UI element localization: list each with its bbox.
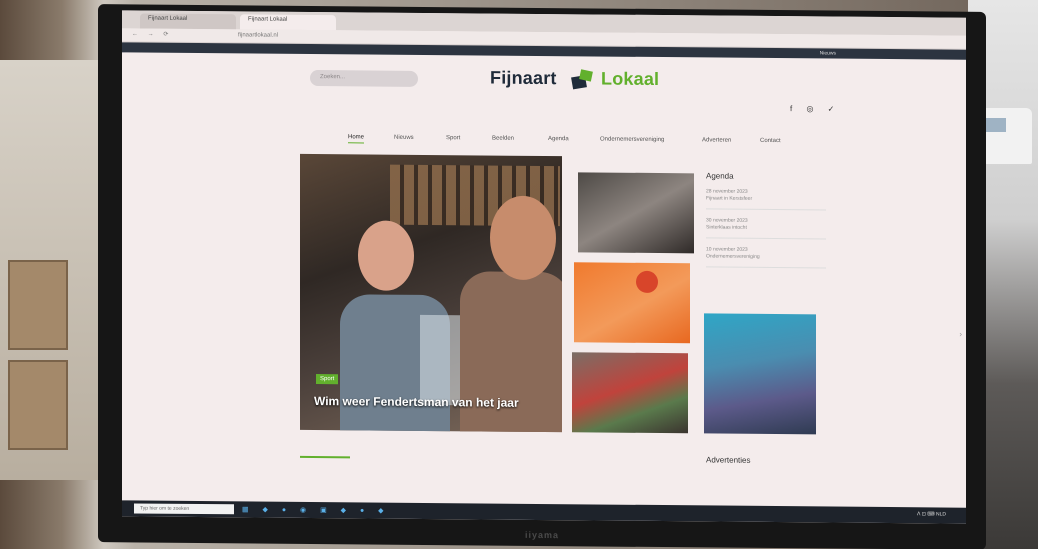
screen: Fijnaart Lokaal Fijnaart Lokaal ← → ⟳ fi…: [122, 10, 966, 524]
nav-home[interactable]: Home: [348, 134, 365, 144]
category-badge[interactable]: Sport: [316, 374, 339, 385]
search-input[interactable]: Zoeken...: [310, 69, 418, 87]
article-card[interactable]: [574, 262, 690, 344]
shelf-unit: [8, 360, 68, 450]
article-card[interactable]: [572, 352, 688, 434]
advert-heading: Advertenties: [706, 455, 751, 465]
hero-photo-face: [490, 195, 556, 281]
card-logo-icon: [636, 270, 658, 294]
agenda-item[interactable]: 28 november 2023 Fijnaart in Kerstsfeer: [706, 188, 826, 211]
logo-mark-icon: [571, 69, 593, 90]
logo-text-fijnaart: Fijnaart: [490, 67, 557, 89]
taskbar-search-input[interactable]: Typ hier om te zoeken: [134, 503, 234, 515]
agenda-text: Fijnaart in Kerstsfeer: [706, 195, 753, 202]
hero-photo-face: [358, 220, 414, 291]
monitor-brand: iiyama: [524, 529, 560, 541]
van-outside: [978, 108, 1032, 164]
nav-ondernemersvereniging[interactable]: Ondernemersvereniging: [600, 137, 664, 144]
agenda-sidebar: Agenda 28 november 2023 Fijnaart in Kers…: [706, 171, 826, 276]
nav-agenda[interactable]: Agenda: [548, 136, 569, 142]
banner-text: Nieuws: [819, 50, 836, 57]
monitor: Fijnaart Lokaal Fijnaart Lokaal ← → ⟳ fi…: [98, 4, 986, 549]
scroll-arrow-icon[interactable]: ›: [959, 330, 962, 339]
browser-tab-active[interactable]: Fijnaart Lokaal: [240, 14, 336, 31]
nav-beelden[interactable]: Beelden: [492, 136, 514, 142]
browser-tab[interactable]: Fijnaart Lokaal: [140, 13, 236, 30]
agenda-text: Sinterklaas intocht: [706, 224, 747, 231]
article-card[interactable]: [578, 172, 694, 254]
social-links[interactable]: f ◎ ✓: [790, 104, 840, 113]
main-nav: Home Nieuws Sport Beelden Agenda Onderne…: [348, 134, 828, 152]
agenda-item[interactable]: 30 november 2023 Sinterklaas intocht: [706, 217, 826, 240]
logo-text-lokaal: Lokaal: [601, 68, 660, 90]
hero-title[interactable]: Wim weer Fendertsman van het jaar: [314, 394, 519, 410]
nav-sport[interactable]: Sport: [446, 135, 460, 141]
hero-photo-trophy: [420, 314, 460, 406]
windows-taskbar: Typ hier om te zoeken ▦ ◆ ● ◉ ▣ ◆ ● ◆ ᐱ …: [122, 500, 966, 524]
agenda-item[interactable]: 10 november 2023 Ondernemersvereniging: [706, 246, 826, 269]
taskbar-app-icons[interactable]: ▦ ◆ ● ◉ ▣ ◆ ● ◆: [242, 505, 390, 514]
website: Zoeken... Fijnaart Lokaal f ◎ ✓ Home Nie…: [122, 52, 966, 479]
article-card[interactable]: [704, 313, 816, 435]
nav-adverteren[interactable]: Adverteren: [702, 137, 731, 143]
agenda-text: Ondernemersvereniging: [706, 253, 760, 260]
system-tray[interactable]: ᐱ ⊡ ⌨ NLD: [917, 511, 946, 517]
agenda-title: Agenda: [706, 171, 734, 181]
section-divider: [300, 455, 350, 459]
nav-contact[interactable]: Contact: [760, 138, 781, 144]
shelf-unit: [8, 260, 68, 350]
nav-arrows-icon[interactable]: ← → ⟳: [132, 30, 172, 37]
hero-article[interactable]: Sport Wim weer Fendertsman van het jaar: [300, 153, 562, 433]
nav-nieuws[interactable]: Nieuws: [394, 135, 414, 141]
url-field[interactable]: fijnaartlokaal.nl: [238, 32, 278, 38]
